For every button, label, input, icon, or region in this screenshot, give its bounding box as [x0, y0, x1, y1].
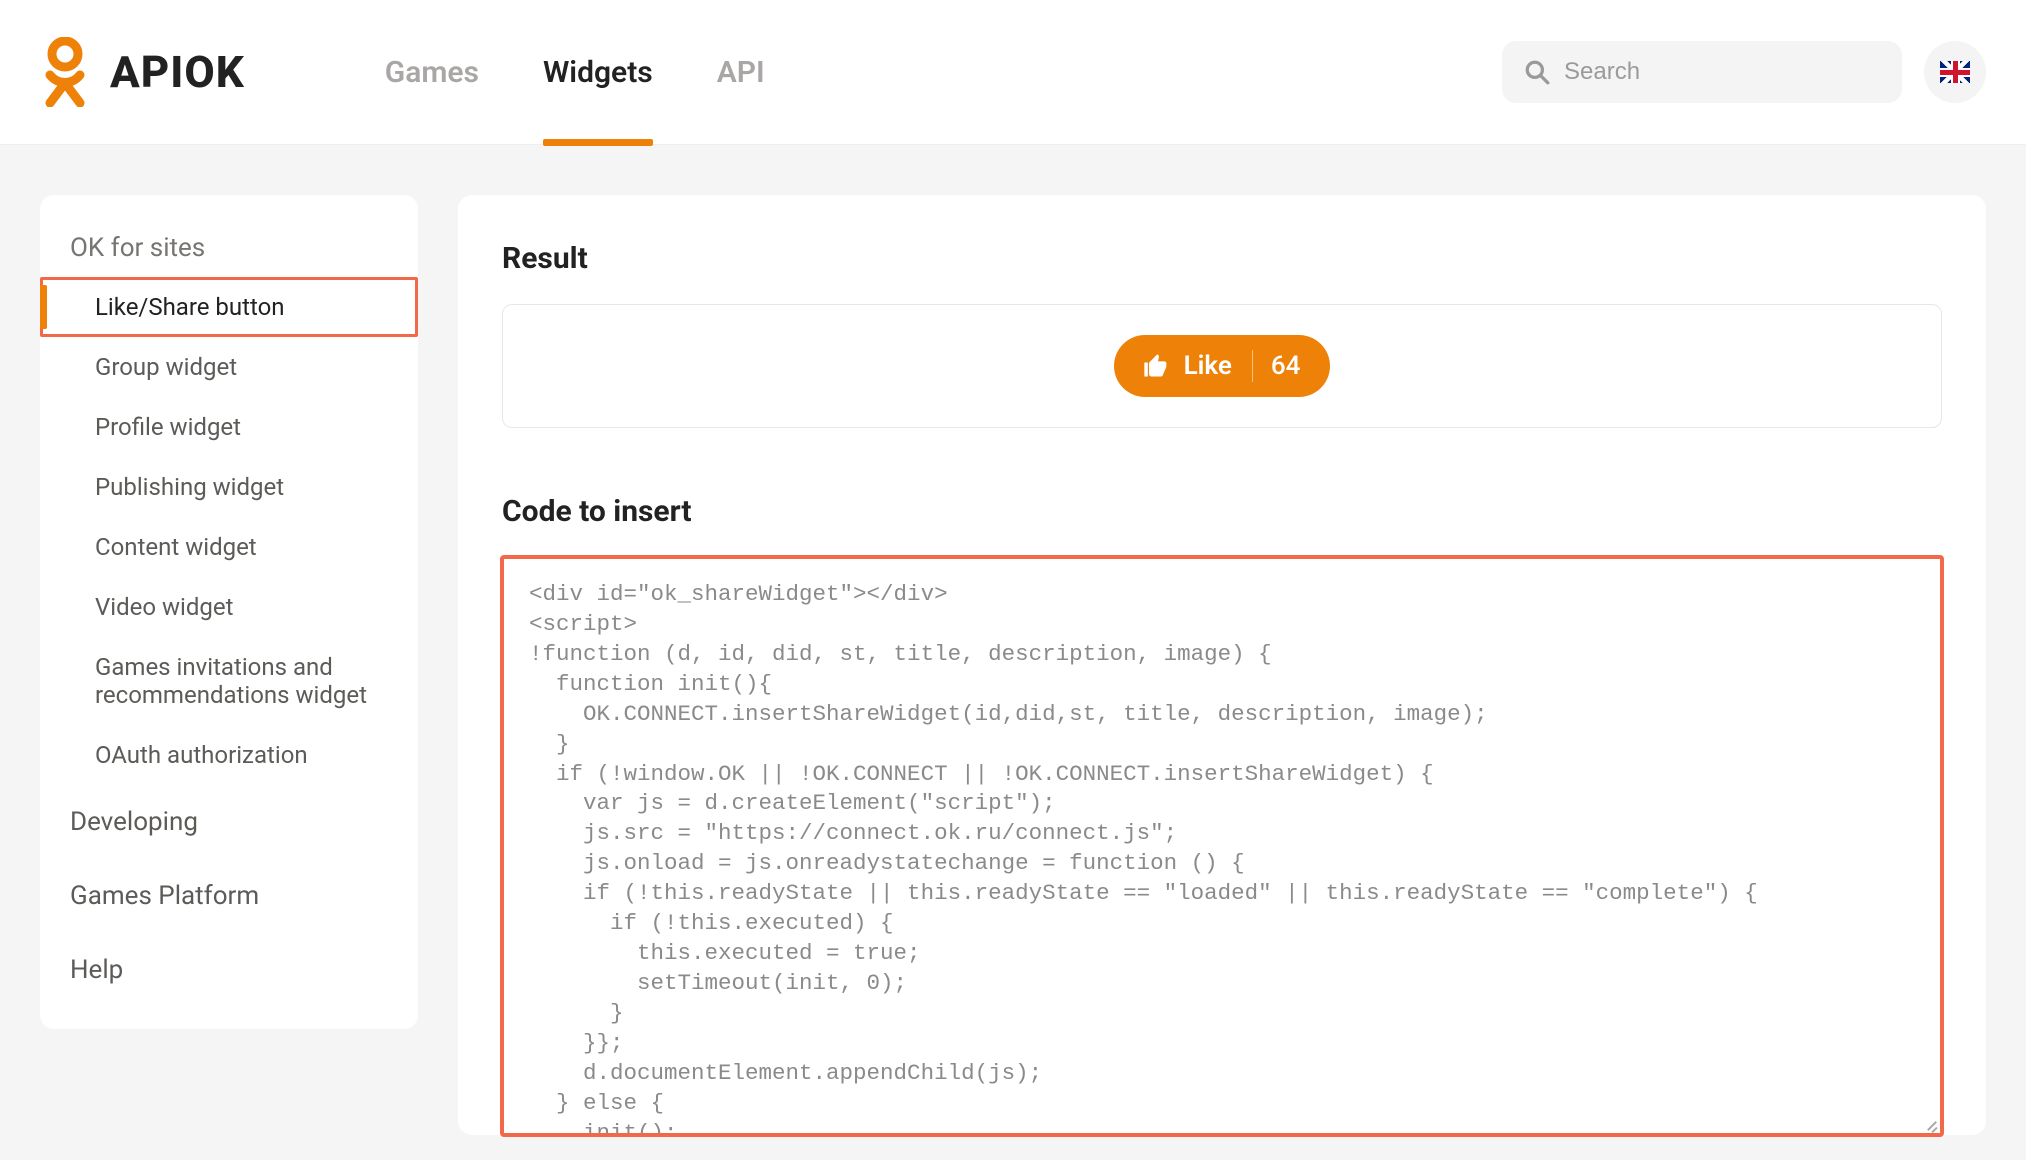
uk-flag-icon	[1940, 61, 1970, 83]
sidebar-item-video-widget[interactable]: Video widget	[40, 577, 418, 637]
main-nav: Games Widgets API	[385, 0, 1502, 145]
sidebar-root-developing[interactable]: Developing	[40, 785, 418, 859]
sidebar-item-games-invitations[interactable]: Games invitations and recommendations wi…	[40, 637, 418, 725]
language-button[interactable]	[1924, 41, 1986, 103]
sidebar-item-group-widget[interactable]: Group widget	[40, 337, 418, 397]
search-input[interactable]	[1564, 58, 1880, 86]
search-icon	[1524, 59, 1550, 85]
like-button[interactable]: Like 64	[1114, 335, 1331, 397]
code-box[interactable]: <div id="ok_shareWidget"></div> <script>…	[502, 557, 1942, 1135]
result-preview: Like 64	[502, 304, 1942, 428]
like-count: 64	[1271, 351, 1301, 381]
code-heading: Code to insert	[502, 494, 1942, 529]
like-separator	[1252, 350, 1253, 382]
main-content: Result Like 64 Code to insert <div id="o…	[458, 195, 1986, 1135]
sidebar: OK for sites Like/Share button Group wid…	[40, 195, 418, 1029]
sidebar-section-title: OK for sites	[40, 233, 418, 277]
ok-logo-icon	[40, 37, 90, 107]
sidebar-root-games-platform[interactable]: Games Platform	[40, 859, 418, 933]
sidebar-root-help[interactable]: Help	[40, 933, 418, 1007]
brand[interactable]: APIOK	[40, 37, 245, 107]
resize-handle-icon	[1921, 1114, 1939, 1132]
nav-api[interactable]: API	[717, 0, 765, 145]
sidebar-item-like-share[interactable]: Like/Share button	[40, 277, 418, 337]
brand-text: APIOK	[110, 46, 245, 98]
search-box[interactable]	[1502, 41, 1902, 103]
nav-widgets[interactable]: Widgets	[543, 0, 653, 145]
like-label: Like	[1184, 351, 1232, 381]
sidebar-item-profile-widget[interactable]: Profile widget	[40, 397, 418, 457]
sidebar-item-content-widget[interactable]: Content widget	[40, 517, 418, 577]
body: OK for sites Like/Share button Group wid…	[0, 145, 2026, 1135]
thumb-up-icon	[1142, 352, 1170, 380]
result-heading: Result	[502, 241, 1942, 276]
header: APIOK Games Widgets API	[0, 0, 2026, 145]
code-snippet[interactable]: <div id="ok_shareWidget"></div> <script>…	[529, 580, 1915, 1135]
sidebar-item-oauth[interactable]: OAuth authorization	[40, 725, 418, 785]
nav-games[interactable]: Games	[385, 0, 479, 145]
sidebar-item-publishing-widget[interactable]: Publishing widget	[40, 457, 418, 517]
